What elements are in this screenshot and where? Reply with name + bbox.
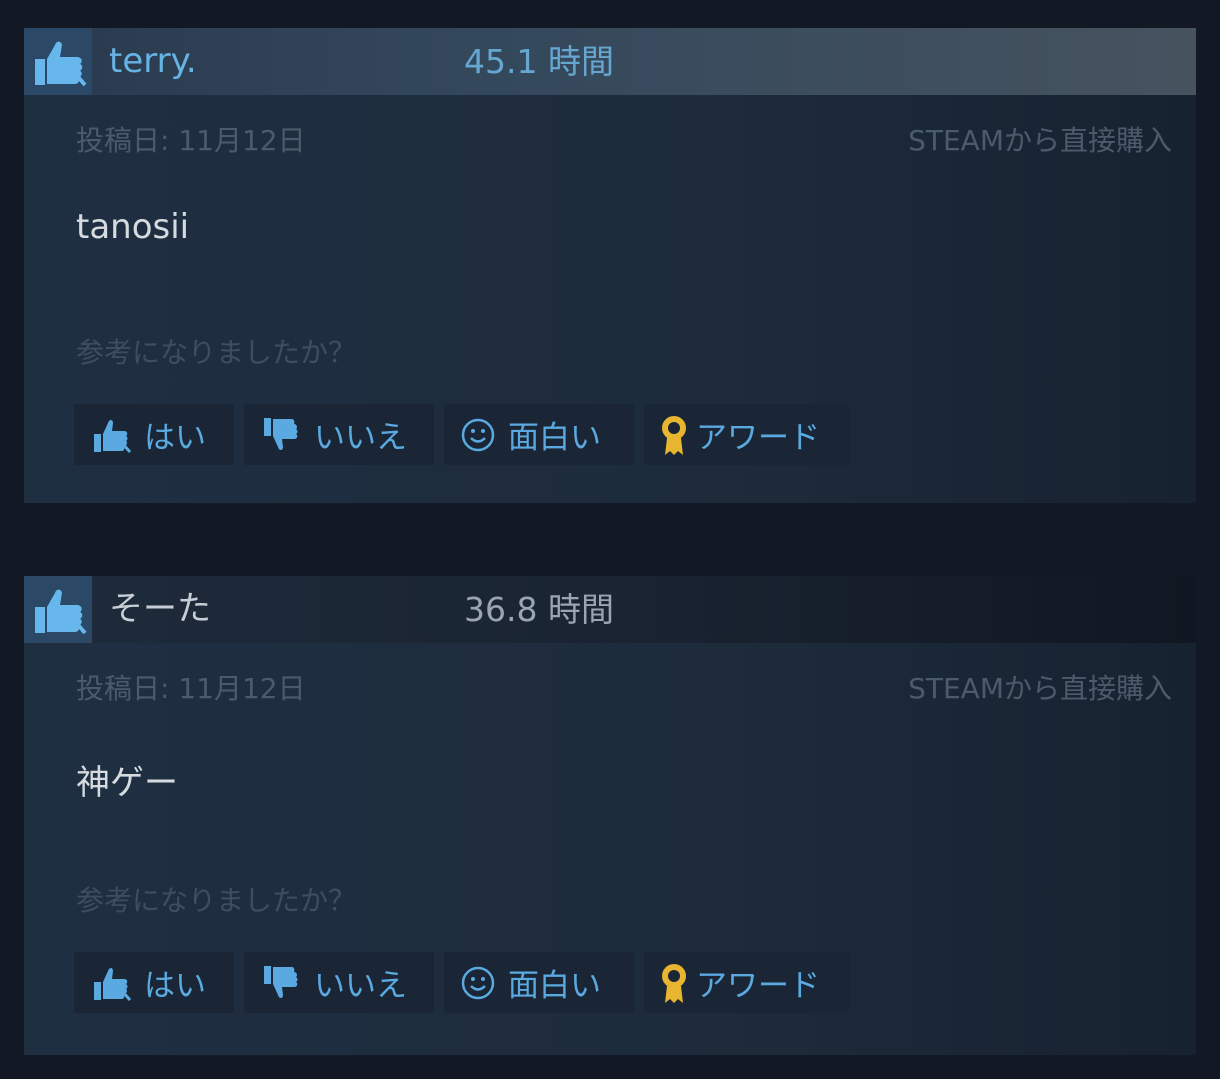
recommended-thumbs-up-icon [24,28,92,95]
vote-no-label: いいえ [314,420,407,456]
helpful-prompt: 参考になりましたか？ [76,336,357,369]
vote-yes-button[interactable]: はい [74,952,234,1013]
vote-funny-label: 面白い [508,968,601,1004]
thumbs-up-icon [90,964,132,1002]
thumbs-up-icon [90,416,132,454]
review-author-link[interactable]: そーた [109,576,211,643]
vote-no-button[interactable]: いいえ [244,952,434,1013]
award-button[interactable]: アワード [644,952,850,1013]
vote-yes-button[interactable]: はい [74,404,234,465]
vote-funny-button[interactable]: 面白い [444,952,634,1013]
review-body: 投稿日: 11月12日 STEAMから直接購入 tanosii 参考になりました… [24,95,1196,503]
award-button[interactable]: アワード [644,404,850,465]
review-body: 投稿日: 11月12日 STEAMから直接購入 神ゲー 参考になりましたか？ は… [24,643,1196,1055]
review-header: そーた 36.8 時間 [24,576,1196,643]
helpful-prompt: 参考になりましたか？ [76,884,357,917]
award-ribbon-icon [658,414,690,456]
review-actions: はい いいえ 面白い アワード [74,404,850,465]
review-card: terry. 45.1 時間 投稿日: 11月12日 STEAMから直接購入 t… [24,28,1196,503]
thumbs-down-icon [260,964,302,1002]
smiley-icon [460,417,496,453]
vote-funny-label: 面白い [508,420,601,456]
vote-yes-label: はい [144,420,206,456]
smiley-icon [460,965,496,1001]
review-actions: はい いいえ 面白い アワード [74,952,850,1013]
vote-no-label: いいえ [314,968,407,1004]
review-text: tanosii [76,207,190,247]
reviews-page: terry. 45.1 時間 投稿日: 11月12日 STEAMから直接購入 t… [0,0,1220,1079]
review-card: そーた 36.8 時間 投稿日: 11月12日 STEAMから直接購入 神ゲー … [24,576,1196,1055]
award-ribbon-icon [658,962,690,1004]
vote-funny-button[interactable]: 面白い [444,404,634,465]
thumbs-down-icon [260,416,302,454]
playtime-hours: 36.8 時間 [464,590,614,629]
vote-yes-label: はい [144,968,206,1004]
playtime-hours: 45.1 時間 [464,42,614,81]
purchase-source: STEAMから直接購入 [908,124,1172,157]
review-header: terry. 45.1 時間 [24,28,1196,95]
vote-no-button[interactable]: いいえ [244,404,434,465]
recommended-thumbs-up-icon [24,576,92,643]
purchase-source: STEAMから直接購入 [908,672,1172,705]
review-text: 神ゲー [76,763,178,803]
award-label: アワード [696,968,820,1004]
review-author-link[interactable]: terry. [109,28,197,95]
posted-date: 投稿日: 11月12日 [76,124,306,157]
award-label: アワード [696,420,820,456]
posted-date: 投稿日: 11月12日 [76,672,306,705]
